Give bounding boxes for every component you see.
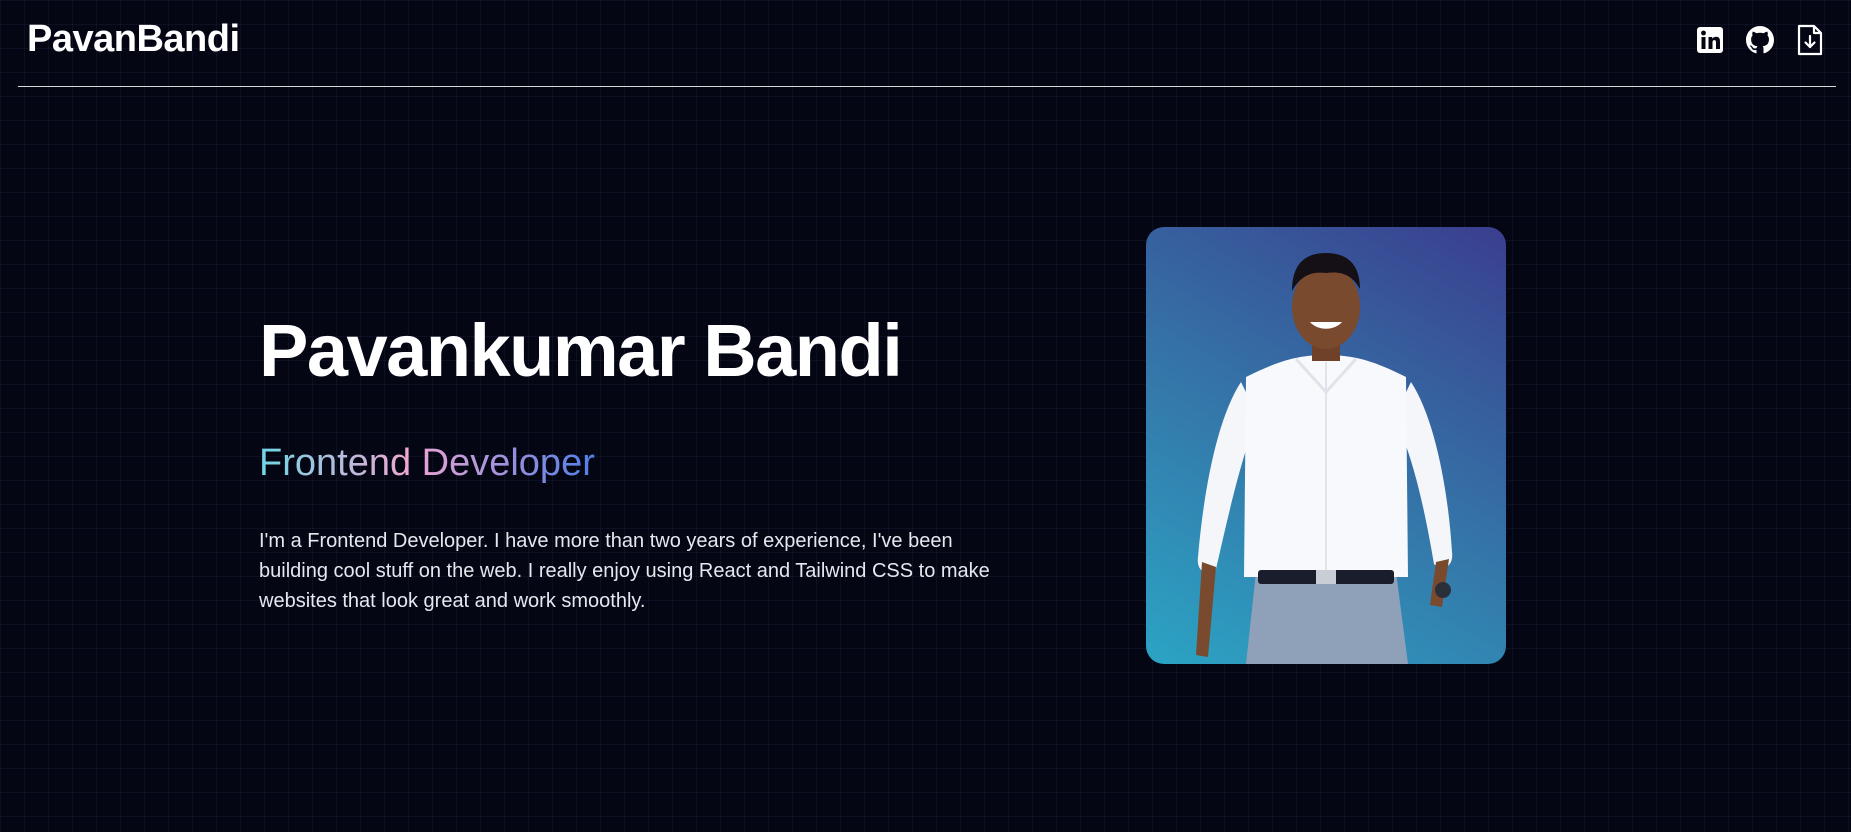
site-logo[interactable]: PavanBandi <box>27 18 240 61</box>
social-links <box>1696 24 1824 56</box>
hero-bio: I'm a Frontend Developer. I have more th… <box>259 530 990 612</box>
hero-name: Pavankumar Bandi <box>259 309 903 392</box>
hero-role: Frontend Developer <box>259 442 595 484</box>
linkedin-icon[interactable] <box>1696 24 1724 56</box>
github-icon[interactable] <box>1746 24 1774 56</box>
profile-photo <box>1146 227 1506 664</box>
hero-role-wrapper: Frontend Developer <box>259 392 999 486</box>
navbar: PavanBandi <box>18 0 1836 87</box>
hero-intro: Pavankumar Bandi Frontend Developer I'm … <box>259 310 999 636</box>
download-resume-icon[interactable] <box>1796 24 1824 56</box>
